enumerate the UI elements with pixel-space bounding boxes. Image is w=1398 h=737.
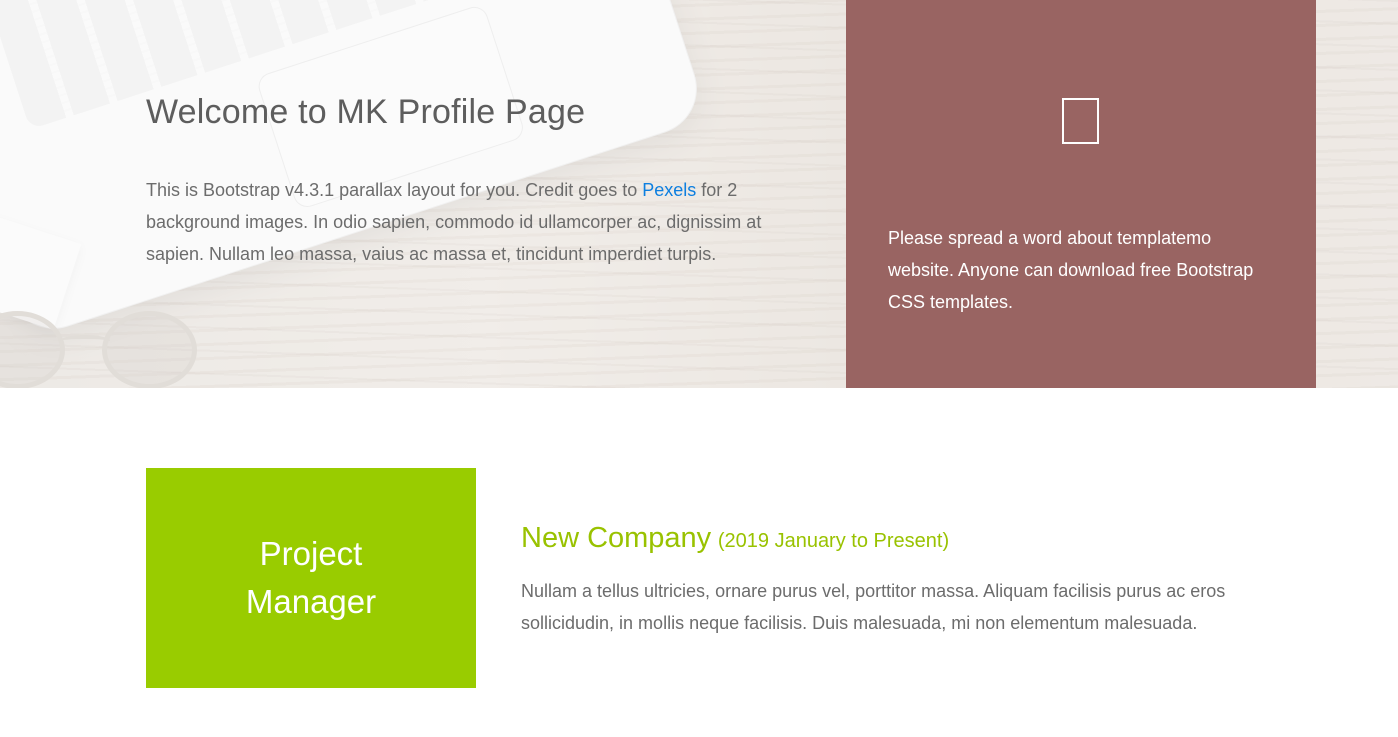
experience-section: Project Manager New Company (2019 Januar… bbox=[0, 388, 1398, 737]
square-outline-icon bbox=[1062, 98, 1099, 144]
job-period: (2019 January to Present) bbox=[717, 530, 950, 552]
hero-section: Welcome to MK Profile Page This is Boots… bbox=[0, 0, 1398, 388]
promo-panel: Please spread a word about templatemo we… bbox=[846, 0, 1316, 388]
job-heading: New Company (2019 January to Present) bbox=[521, 518, 1281, 561]
job-description: Nullam a tellus ultricies, ornare purus … bbox=[521, 581, 1226, 633]
pexels-link[interactable]: Pexels bbox=[642, 180, 696, 200]
intro-paragraph: This is Bootstrap v4.3.1 parallax layout… bbox=[146, 174, 786, 270]
role-box: Project Manager bbox=[146, 468, 476, 688]
role-title: Project Manager bbox=[245, 535, 377, 620]
welcome-block: Welcome to MK Profile Page This is Boots… bbox=[146, 92, 786, 270]
intro-text-start: This is Bootstrap v4.3.1 parallax layout… bbox=[146, 180, 643, 200]
job-details: New Company (2019 January to Present) Nu… bbox=[521, 518, 1281, 639]
page-title: Welcome to MK Profile Page bbox=[146, 93, 586, 131]
company-name: New Company bbox=[521, 522, 712, 554]
promo-text: Please spread a word about templatemo we… bbox=[888, 228, 1254, 312]
